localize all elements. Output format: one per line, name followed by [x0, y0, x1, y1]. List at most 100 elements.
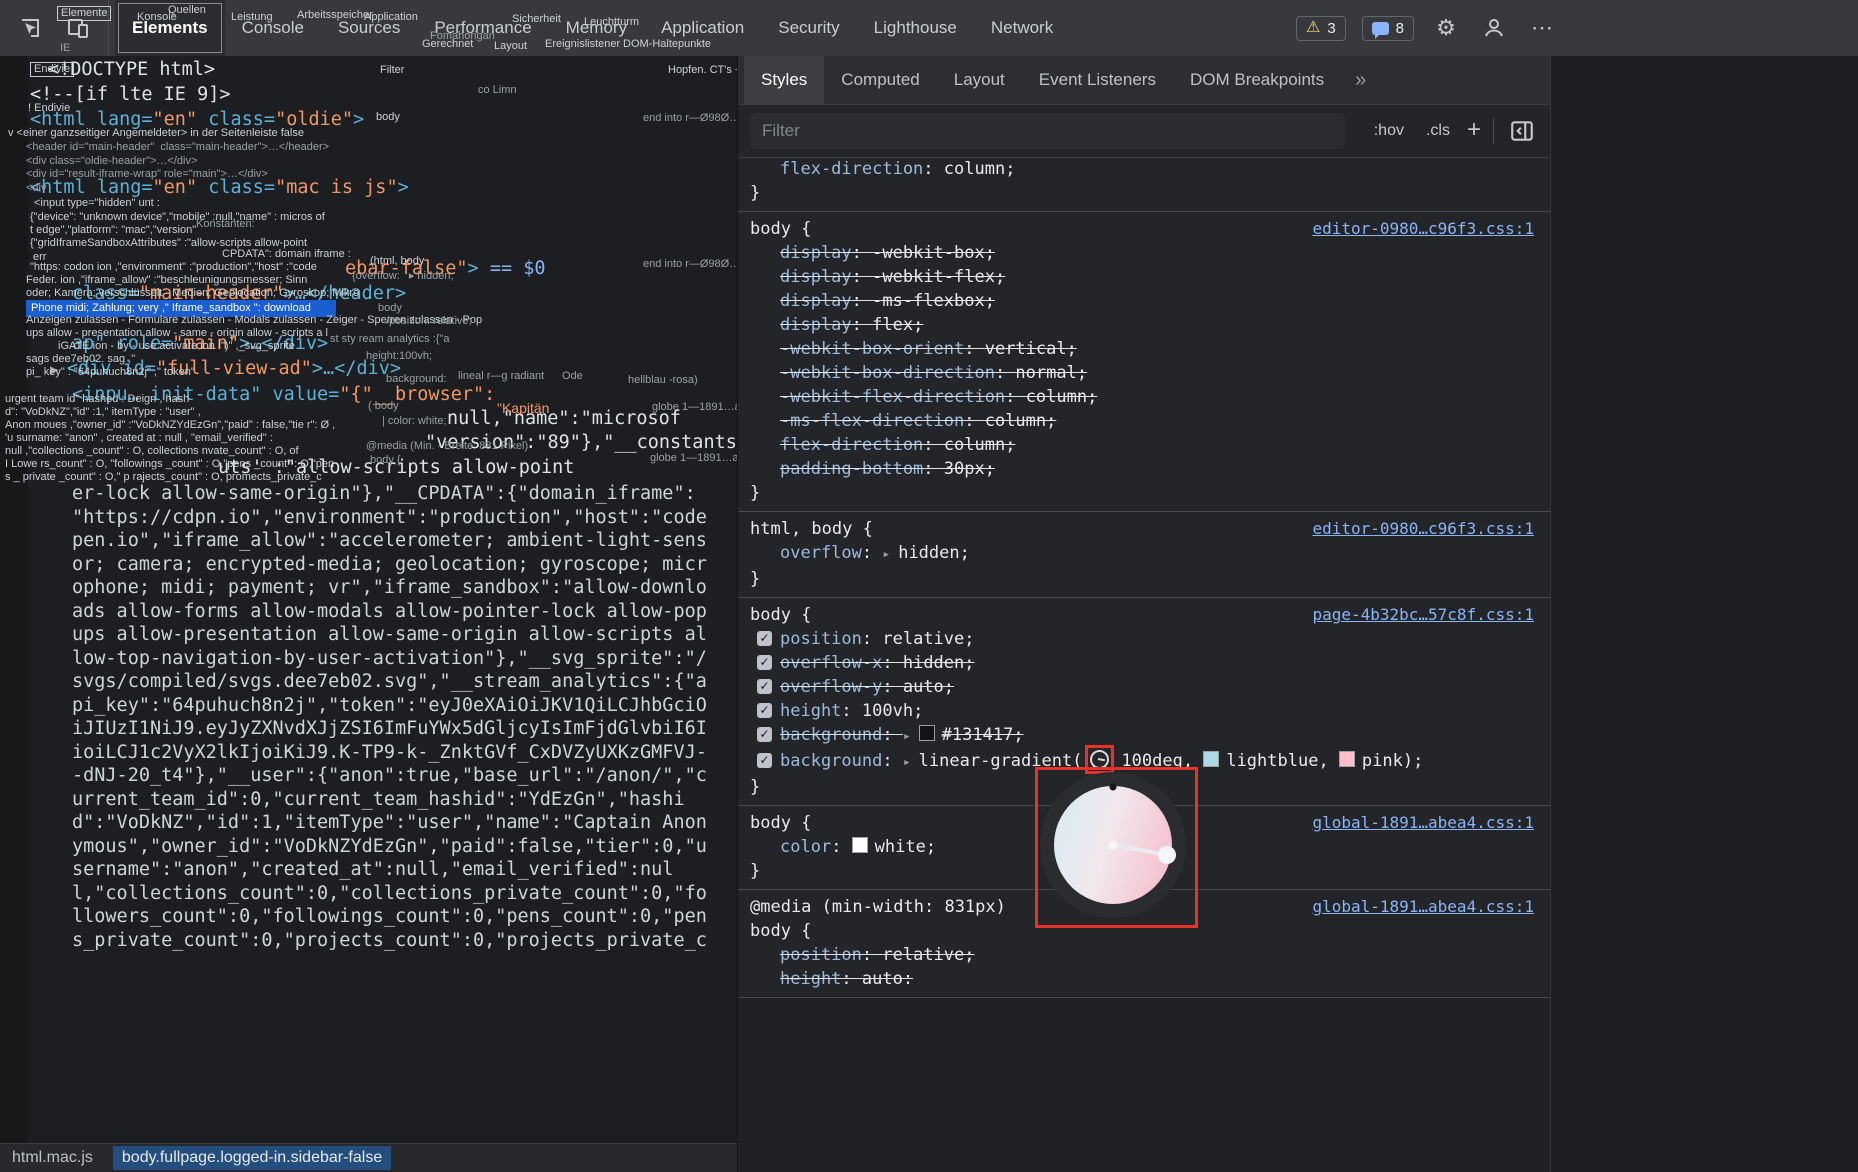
- expand-arrow-icon[interactable]: ▸: [903, 725, 911, 749]
- overlay-text: Endivie: [30, 62, 74, 77]
- stylesheet-link[interactable]: editor-0980…c96f3.css:1: [1312, 517, 1534, 541]
- inspect-element-icon[interactable]: [14, 12, 46, 44]
- property-checkbox[interactable]: ✓: [757, 703, 772, 718]
- dom-tree-line[interactable]: d":"VoDkNZ","id":1,"itemType":"user","na…: [72, 811, 707, 834]
- css-property[interactable]: overflow: ▸hidden;: [750, 541, 1534, 567]
- property-checkbox[interactable]: ✓: [757, 753, 772, 768]
- stylesheet-link[interactable]: global-1891…abea4.css:1: [1312, 895, 1534, 919]
- css-property[interactable]: flex-direction: column;: [750, 158, 1534, 181]
- css-property[interactable]: -webkit-box-direction: normal;: [750, 361, 1534, 385]
- dom-tree-line[interactable]: "https://cdpn.io","environment":"product…: [72, 506, 707, 529]
- css-property[interactable]: display: -webkit-flex;: [750, 265, 1534, 289]
- css-property[interactable]: -webkit-box-orient: vertical;: [750, 337, 1534, 361]
- main-tab-security[interactable]: Security: [761, 0, 856, 56]
- css-close-brace: }: [750, 567, 1534, 591]
- css-property[interactable]: display: -webkit-box;: [750, 241, 1534, 265]
- dom-tree-line[interactable]: l,"collections_count":0,"collections_pri…: [72, 882, 707, 905]
- css-property[interactable]: ✓height: 100vh;: [750, 699, 1534, 723]
- css-rule: flex-direction: column;}: [738, 158, 1550, 212]
- more-options-icon[interactable]: ⋯: [1526, 12, 1558, 44]
- css-property[interactable]: display: flex;: [750, 313, 1534, 337]
- breadcrumb-item-body-fullpage-logged-in-sidebar-false[interactable]: body.fullpage.logged-in.sidebar-false: [113, 1146, 391, 1170]
- settings-gear-icon[interactable]: ⚙: [1430, 12, 1462, 44]
- toggle-sidebar-icon[interactable]: [1506, 115, 1538, 147]
- toggle-element-classes-button[interactable]: .cls: [1415, 122, 1461, 140]
- css-property[interactable]: -ms-flex-direction: column;: [750, 409, 1534, 433]
- dom-tree-line[interactable]: llowers_count":0,"followings_count":0,"p…: [72, 905, 707, 928]
- dom-tree-line[interactable]: ymous","owner_id":"VoDkNZYdEzGn","paid":…: [72, 835, 707, 858]
- styles-tab-event-listeners[interactable]: Event Listeners: [1022, 56, 1173, 104]
- expand-arrow-icon[interactable]: ▸: [903, 751, 911, 775]
- property-checkbox[interactable]: ✓: [757, 679, 772, 694]
- elements-panel: <!DOCTYPE html><!--[if lte IE 9]><html l…: [0, 56, 737, 1172]
- styles-tab-styles[interactable]: Styles: [744, 56, 824, 104]
- dom-tree-line[interactable]: ads allow-forms allow-modals allow-point…: [72, 600, 707, 623]
- stylesheet-link[interactable]: editor-0980…c96f3.css:1: [1312, 217, 1534, 241]
- dom-tree-line[interactable]: er-lock allow-same-origin"},"__CPDATA":{…: [72, 482, 696, 505]
- styles-tab-computed[interactable]: Computed: [824, 56, 936, 104]
- dom-tree-line[interactable]: ioiLCJ1c2VyX2lkIjoiKiJ9.K-TP9-k-_ZnktGVf…: [72, 741, 707, 764]
- user-icon[interactable]: [1478, 12, 1510, 44]
- dom-tree-line[interactable]: ups allow-presentation allow-same-origin…: [72, 623, 707, 646]
- dom-tree-line[interactable]: s_private_count":0,"projects_count":0,"p…: [72, 929, 707, 952]
- inspect-element-glyph: [18, 16, 42, 40]
- overlay-text: iGATE ion - by - use activate ion I")" ,…: [58, 340, 295, 353]
- css-property[interactable]: display: -ms-flexbox;: [750, 289, 1534, 313]
- property-checkbox[interactable]: ✓: [757, 655, 772, 670]
- overlay-text: (html, body: [370, 255, 424, 268]
- color-swatch[interactable]: [1203, 751, 1219, 767]
- css-property[interactable]: -webkit-flex-direction: column;: [750, 385, 1534, 409]
- overlay-text: Layout: [494, 40, 527, 53]
- css-property[interactable]: padding-bottom: 30px;: [750, 457, 1534, 481]
- styles-tab-dom-breakpoints[interactable]: DOM Breakpoints: [1173, 56, 1341, 104]
- breadcrumb-item-html-mac-js[interactable]: html.mac.js: [12, 1149, 93, 1167]
- dom-tree-line[interactable]: null,"name":"microsof: [447, 407, 681, 430]
- stylesheet-link[interactable]: page-4b32bc…57c8f.css:1: [1312, 603, 1534, 627]
- main-tab-network[interactable]: Network: [974, 0, 1070, 56]
- styles-tab-layout[interactable]: Layout: [937, 56, 1022, 104]
- css-selector[interactable]: editor-0980…c96f3.css:1body {: [750, 217, 1534, 241]
- overlay-text: "Kapitän: [497, 402, 549, 415]
- overlay-text: Ode: [562, 370, 583, 383]
- stylesheet-link[interactable]: global-1891…abea4.css:1: [1312, 811, 1534, 835]
- expand-arrow-icon[interactable]: ▸: [882, 543, 890, 567]
- css-property[interactable]: height: auto:: [750, 967, 1534, 991]
- dom-tree-line[interactable]: -dNJ-20_t4"},"__user":{"anon":true,"base…: [72, 764, 707, 787]
- css-property[interactable]: ✓position: relative;: [750, 627, 1534, 651]
- user-glyph: [1482, 16, 1506, 40]
- dom-tree-line[interactable]: sername":"anon","created_at":null,"email…: [72, 858, 673, 881]
- css-selector[interactable]: page-4b32bc…57c8f.css:1body {: [750, 603, 1534, 627]
- issues-badge[interactable]: 8: [1362, 16, 1414, 41]
- main-tab-lighthouse[interactable]: Lighthouse: [857, 0, 974, 56]
- dom-tree-line[interactable]: svgs/compiled/svgs.dee7eb02.svg","__stre…: [72, 670, 707, 693]
- dom-tree-line[interactable]: or; camera; encrypted-media; geolocation…: [72, 553, 707, 576]
- color-swatch[interactable]: [1339, 751, 1355, 767]
- toggle-pseudo-state-button[interactable]: :hov: [1363, 122, 1415, 140]
- filter-input[interactable]: Filter: [750, 113, 1345, 149]
- css-property[interactable]: ✓background: ▸#131417;: [750, 723, 1534, 749]
- dom-tree-line[interactable]: urrent_team_id":0,"current_team_hashid":…: [72, 788, 685, 811]
- dom-tree-line[interactable]: pi_key":"64puhuch8n2j","token":"eyJ0eXAi…: [72, 694, 707, 717]
- dom-tree-line[interactable]: iJIUzI1NiJ9.eyJyZXNvdXJjZSI6ImFuYWx5dGlj…: [72, 717, 707, 740]
- dom-tree-line[interactable]: ophone; midi; payment; vr","iframe_sandb…: [72, 576, 707, 599]
- property-checkbox[interactable]: ✓: [757, 631, 772, 646]
- overlay-text: <header id="main-header" class="main-hea…: [26, 141, 329, 154]
- new-style-rule-button[interactable]: +: [1461, 116, 1493, 146]
- dom-tree-line[interactable]: low-top-navigation-by-user-activation"},…: [72, 647, 707, 670]
- property-checkbox[interactable]: ✓: [757, 727, 772, 742]
- css-property[interactable]: ✓overflow-y: auto;: [750, 675, 1534, 699]
- warnings-badge[interactable]: ⚠ 3: [1296, 16, 1346, 41]
- color-swatch[interactable]: [919, 725, 935, 741]
- breadcrumb: html.mac.js body.fullpage.logged-in.sideb…: [0, 1143, 737, 1172]
- styles-panel: StylesComputedLayoutEvent ListenersDOM B…: [737, 56, 1550, 1172]
- overlay-text: background:: [386, 373, 447, 386]
- more-tabs-chevron-icon[interactable]: »: [1355, 69, 1366, 92]
- color-swatch[interactable]: [852, 837, 868, 853]
- property-name: color: [780, 837, 831, 857]
- overlay-text: null ,"collections _count" : O, collecti…: [5, 445, 299, 458]
- css-property[interactable]: flex-direction: column;: [750, 433, 1534, 457]
- dom-tree-line[interactable]: pen.io","iframe_allow":"accelerometer; a…: [72, 529, 707, 552]
- css-property[interactable]: ✓overflow-x: hidden;: [750, 651, 1534, 675]
- css-property[interactable]: position: relative;: [750, 943, 1534, 967]
- css-selector[interactable]: editor-0980…c96f3.css:1html, body {: [750, 517, 1534, 541]
